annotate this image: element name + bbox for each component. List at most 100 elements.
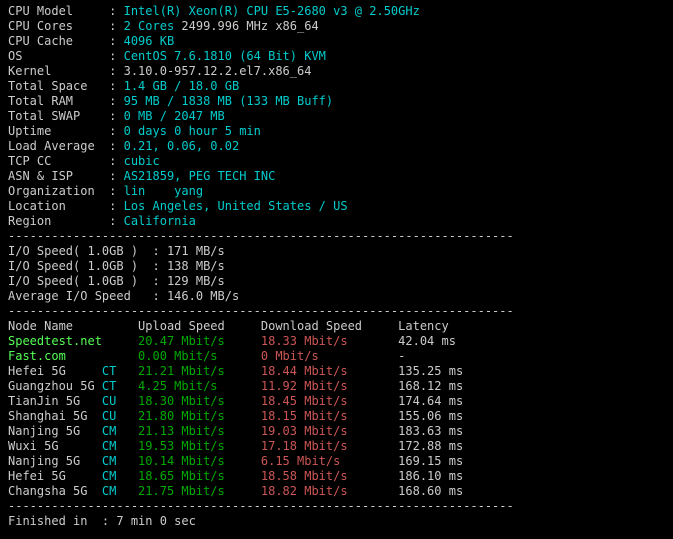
info-row: Kernel : 3.10.0-957.12.2.el7.x86_64 (8, 64, 665, 79)
info-label: Total SWAP (8, 109, 109, 123)
info-row: Organization : lin yang (8, 184, 665, 199)
latency-value: - (398, 349, 405, 363)
info-value: 0.21, 0.06, 0.02 (124, 139, 240, 153)
node-name: Fast.com (8, 349, 102, 363)
node-tag (102, 334, 138, 348)
hdr-down: Download Speed (261, 319, 398, 333)
colon: : (109, 64, 123, 78)
colon: : (109, 94, 123, 108)
download-value: 18.44 Mbit/s (261, 364, 398, 378)
node-tag: CM (102, 424, 138, 438)
io-value: 138 MB/s (167, 259, 225, 273)
node-name: Guangzhou 5G (8, 379, 102, 393)
node-tag: CT (102, 364, 138, 378)
info-label: Location (8, 199, 109, 213)
latency-value: 168.60 ms (398, 484, 463, 498)
info-value: Los Angeles, United States / US (124, 199, 348, 213)
upload-value: 20.47 Mbit/s (138, 334, 261, 348)
colon: : (109, 124, 123, 138)
upload-value: 18.65 Mbit/s (138, 469, 261, 483)
colon: : (109, 79, 123, 93)
node-tag: CT (102, 379, 138, 393)
download-value: 18.45 Mbit/s (261, 394, 398, 408)
speed-row: Nanjing 5G CM 21.13 Mbit/s 19.03 Mbit/s … (8, 424, 665, 439)
latency-value: 174.64 ms (398, 394, 463, 408)
divider: ----------------------------------------… (8, 499, 665, 514)
speed-row: Changsha 5G CM 21.75 Mbit/s 18.82 Mbit/s… (8, 484, 665, 499)
upload-value: 21.13 Mbit/s (138, 424, 261, 438)
latency-value: 169.15 ms (398, 454, 463, 468)
info-label: TCP CC (8, 154, 109, 168)
io-label: Average I/O Speed (8, 289, 153, 303)
upload-value: 21.80 Mbit/s (138, 409, 261, 423)
upload-value: 0.00 Mbit/s (138, 349, 261, 363)
cores-freq: 2499.996 MHz x86_64 (174, 19, 319, 33)
speed-row: Hefei 5G CM 18.65 Mbit/s 18.58 Mbit/s 18… (8, 469, 665, 484)
info-label: CPU Model (8, 4, 109, 18)
hdr-node: Node Name (8, 319, 138, 333)
finished-label: Finished in (8, 514, 102, 528)
io-row: I/O Speed( 1.0GB ) : 129 MB/s (8, 274, 665, 289)
io-row: I/O Speed( 1.0GB ) : 171 MB/s (8, 244, 665, 259)
speed-row: Wuxi 5G CM 19.53 Mbit/s 17.18 Mbit/s 172… (8, 439, 665, 454)
latency-value: 42.04 ms (398, 334, 456, 348)
colon: : (109, 34, 123, 48)
io-row: Average I/O Speed : 146.0 MB/s (8, 289, 665, 304)
download-value: 18.58 Mbit/s (261, 469, 398, 483)
colon: : (109, 184, 123, 198)
hdr-lat: Latency (398, 319, 449, 333)
speed-row: Hefei 5G CT 21.21 Mbit/s 18.44 Mbit/s 13… (8, 364, 665, 379)
upload-value: 10.14 Mbit/s (138, 454, 261, 468)
io-value: 129 MB/s (167, 274, 225, 288)
latency-value: 186.10 ms (398, 469, 463, 483)
latency-value: 155.06 ms (398, 409, 463, 423)
info-value: 3.10.0-957.12.2.el7.x86_64 (124, 64, 312, 78)
speed-row: Guangzhou 5G CT 4.25 Mbit/s 11.92 Mbit/s… (8, 379, 665, 394)
node-name: Nanjing 5G (8, 424, 102, 438)
node-tag: CM (102, 439, 138, 453)
info-label: Kernel (8, 64, 109, 78)
info-label: Uptime (8, 124, 109, 138)
info-value: 4096 KB (124, 34, 175, 48)
info-value: 1.4 GB / 18.0 GB (124, 79, 240, 93)
info-value: lin yang (124, 184, 203, 198)
hdr-up: Upload Speed (138, 319, 261, 333)
info-value: Intel(R) Xeon(R) CPU E5-2680 v3 @ 2.50GH… (124, 4, 420, 18)
info-value: cubic (124, 154, 160, 168)
download-value: 6.15 Mbit/s (261, 454, 398, 468)
node-name: TianJin 5G (8, 394, 102, 408)
node-name: Nanjing 5G (8, 454, 102, 468)
node-tag: CU (102, 409, 138, 423)
upload-value: 21.75 Mbit/s (138, 484, 261, 498)
speed-row: Nanjing 5G CM 10.14 Mbit/s 6.15 Mbit/s 1… (8, 454, 665, 469)
info-row: CPU Cache : 4096 KB (8, 34, 665, 49)
info-row: Total RAM : 95 MB / 1838 MB (133 MB Buff… (8, 94, 665, 109)
latency-value: 135.25 ms (398, 364, 463, 378)
download-value: 11.92 Mbit/s (261, 379, 398, 393)
info-row: Load Average : 0.21, 0.06, 0.02 (8, 139, 665, 154)
info-value: 0 days 0 hour 5 min (124, 124, 261, 138)
divider: ----------------------------------------… (8, 304, 665, 319)
info-label: OS (8, 49, 109, 63)
cores-count: 2 Cores (124, 19, 175, 33)
speed-header: Node Name Upload Speed Download Speed La… (8, 319, 665, 334)
latency-value: 172.88 ms (398, 439, 463, 453)
info-row: Total SWAP : 0 MB / 2047 MB (8, 109, 665, 124)
colon: : (109, 49, 123, 63)
io-value: 171 MB/s (167, 244, 225, 258)
info-value: AS21859, PEG TECH INC (124, 169, 276, 183)
colon: : (109, 154, 123, 168)
node-tag: CM (102, 454, 138, 468)
info-value: California (124, 214, 196, 228)
info-value: CentOS 7.6.1810 (64 Bit) KVM (124, 49, 326, 63)
info-row: OS : CentOS 7.6.1810 (64 Bit) KVM (8, 49, 665, 64)
io-row: I/O Speed( 1.0GB ) : 138 MB/s (8, 259, 665, 274)
download-value: 19.03 Mbit/s (261, 424, 398, 438)
node-name: Speedtest.net (8, 334, 102, 348)
info-row: Region : California (8, 214, 665, 229)
download-value: 0 Mbit/s (261, 349, 398, 363)
download-value: 17.18 Mbit/s (261, 439, 398, 453)
speed-row: Shanghai 5G CU 21.80 Mbit/s 18.15 Mbit/s… (8, 409, 665, 424)
node-name: Hefei 5G (8, 469, 102, 483)
upload-value: 4.25 Mbit/s (138, 379, 261, 393)
